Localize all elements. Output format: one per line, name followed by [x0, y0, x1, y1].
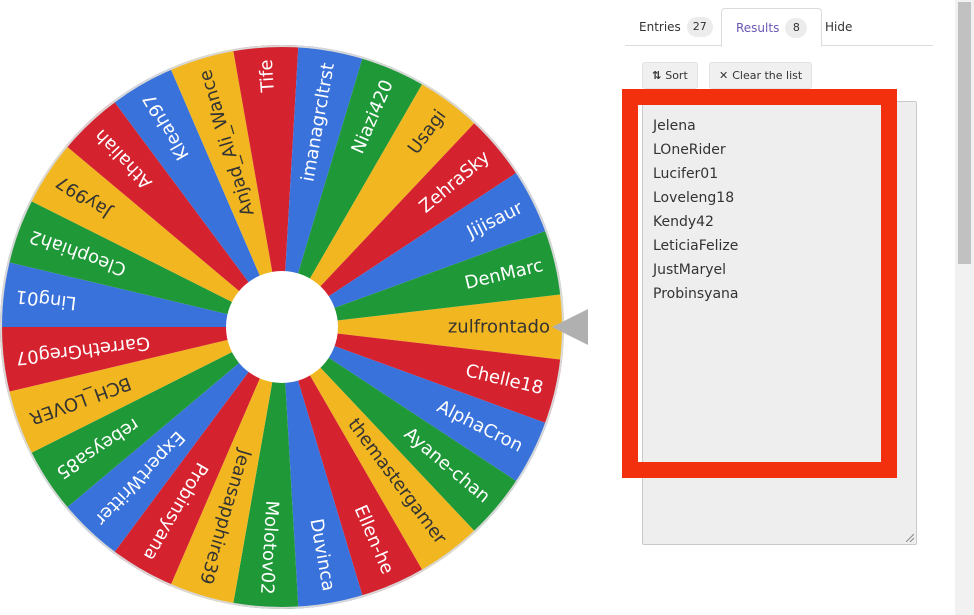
- tab-results[interactable]: Results 8: [721, 8, 823, 47]
- wheel-graphic[interactable]: zulfrontadoChelle18AlphaCronAyane-chanth…: [0, 0, 600, 615]
- tab-entries[interactable]: Entries 27: [625, 8, 727, 46]
- result-item: LOneRider: [653, 142, 726, 158]
- results-list: Jelena LOneRider Lucifer01 Loveleng18 Kendy4…: [653, 114, 738, 306]
- result-item: Lucifer01: [653, 166, 719, 182]
- wheel-slice-label: Tife: [256, 59, 279, 94]
- results-count-badge: 8: [785, 17, 808, 38]
- result-item: LeticiaFelize: [653, 238, 739, 254]
- scrollbar-thumb[interactable]: [958, 2, 971, 264]
- result-item: Jelena: [653, 118, 696, 134]
- tab-hide-label: Hide: [825, 20, 853, 34]
- result-item: Kendy42: [653, 214, 714, 230]
- wheel-center[interactable]: [226, 271, 338, 383]
- clear-list-button[interactable]: ✕ Clear the list: [709, 62, 813, 89]
- result-item: Loveleng18: [653, 190, 735, 206]
- result-item: Probinsyana: [653, 286, 739, 302]
- wheel-slice-label: zulfrontado: [448, 317, 550, 338]
- tab-entries-label: Entries: [639, 20, 681, 34]
- result-item: JustMaryel: [653, 262, 726, 278]
- sort-button[interactable]: ⇅ Sort: [642, 62, 698, 89]
- resize-grip-icon[interactable]: [904, 532, 914, 542]
- clear-list-label: Clear the list: [732, 69, 803, 82]
- x-icon: ✕: [719, 69, 729, 82]
- tab-results-label: Results: [736, 20, 780, 35]
- sort-button-label: Sort: [665, 69, 688, 82]
- spin-wheel[interactable]: zulfrontado Chelle18 AlphaCron Ayane-chan th…: [0, 0, 600, 615]
- entries-count-badge: 27: [686, 17, 713, 37]
- sort-icon: ⇅: [652, 69, 662, 82]
- tab-hide[interactable]: Hide: [811, 8, 866, 46]
- page-scrollbar[interactable]: [955, 0, 974, 615]
- results-tabs: Entries 27 Results 8 Hide: [625, 8, 933, 47]
